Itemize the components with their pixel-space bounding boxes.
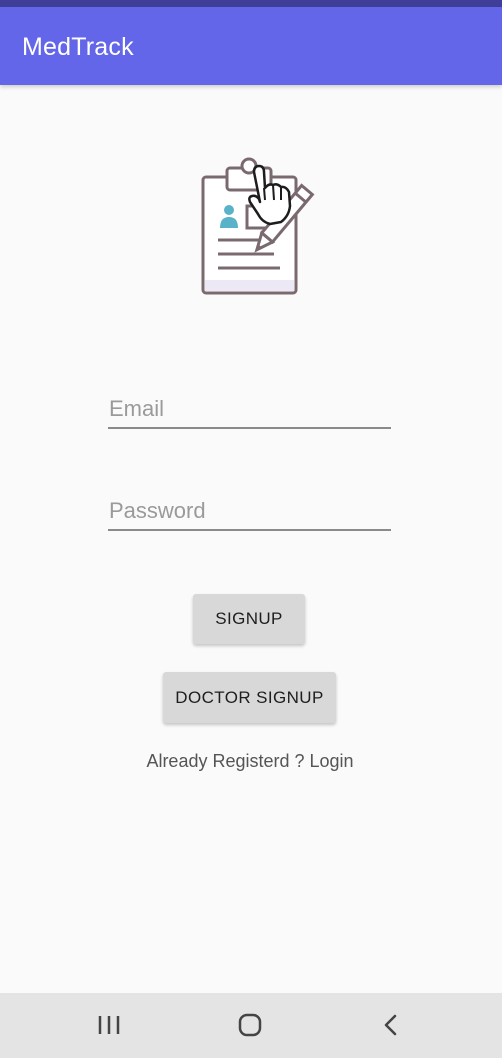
app-bar: MedTrack: [0, 7, 502, 85]
password-input[interactable]: [108, 493, 391, 531]
app-title: MedTrack: [22, 33, 134, 61]
doctor-signup-button[interactable]: DOCTOR SIGNUP: [163, 672, 336, 723]
back-icon[interactable]: [371, 1007, 411, 1043]
signup-screen: MedTrack Email SIGNUP DOCTOR SIGNUP Alre…: [0, 0, 502, 1058]
email-field[interactable]: [108, 391, 391, 439]
login-link[interactable]: Already Registerd ? Login: [100, 751, 400, 772]
recent-apps-icon[interactable]: [89, 1007, 129, 1043]
password-field[interactable]: [108, 493, 391, 541]
email-input[interactable]: [108, 391, 391, 429]
status-bar: [0, 0, 502, 7]
clipboard-pencil-icon: [190, 150, 340, 302]
home-icon[interactable]: [230, 1007, 270, 1043]
signup-button[interactable]: SIGNUP: [193, 594, 305, 644]
system-nav-bar: [0, 993, 502, 1058]
